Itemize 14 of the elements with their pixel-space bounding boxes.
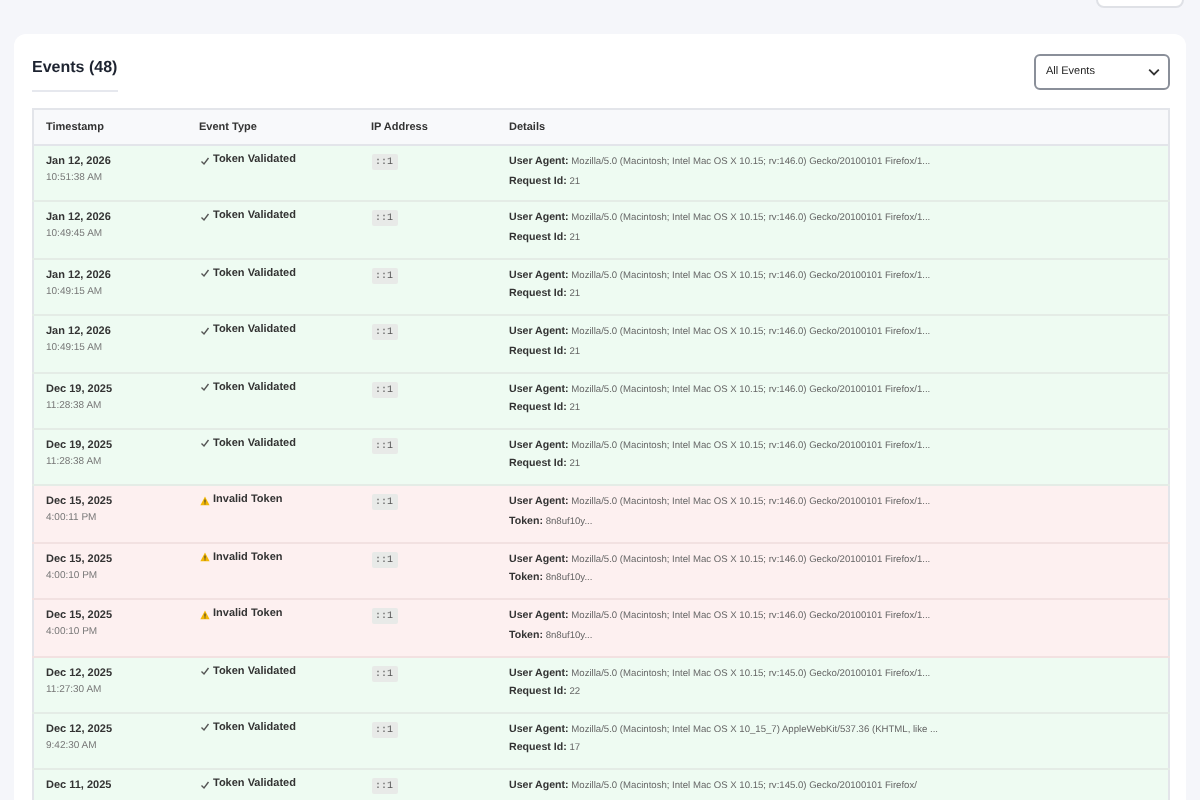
check-icon — [199, 666, 209, 677]
events-heading: Events (48) — [32, 50, 118, 92]
check-icon — [199, 382, 209, 393]
check-icon — [199, 211, 209, 222]
warning-icon — [199, 552, 209, 563]
chevron-down-icon — [1148, 67, 1160, 75]
check-icon — [199, 779, 209, 790]
check-icon — [199, 268, 209, 279]
check-icon — [199, 438, 209, 449]
check-icon — [199, 325, 209, 336]
check-icon — [199, 155, 209, 165]
warning-icon — [199, 495, 209, 506]
warning-icon — [199, 609, 209, 620]
check-icon — [199, 722, 209, 733]
